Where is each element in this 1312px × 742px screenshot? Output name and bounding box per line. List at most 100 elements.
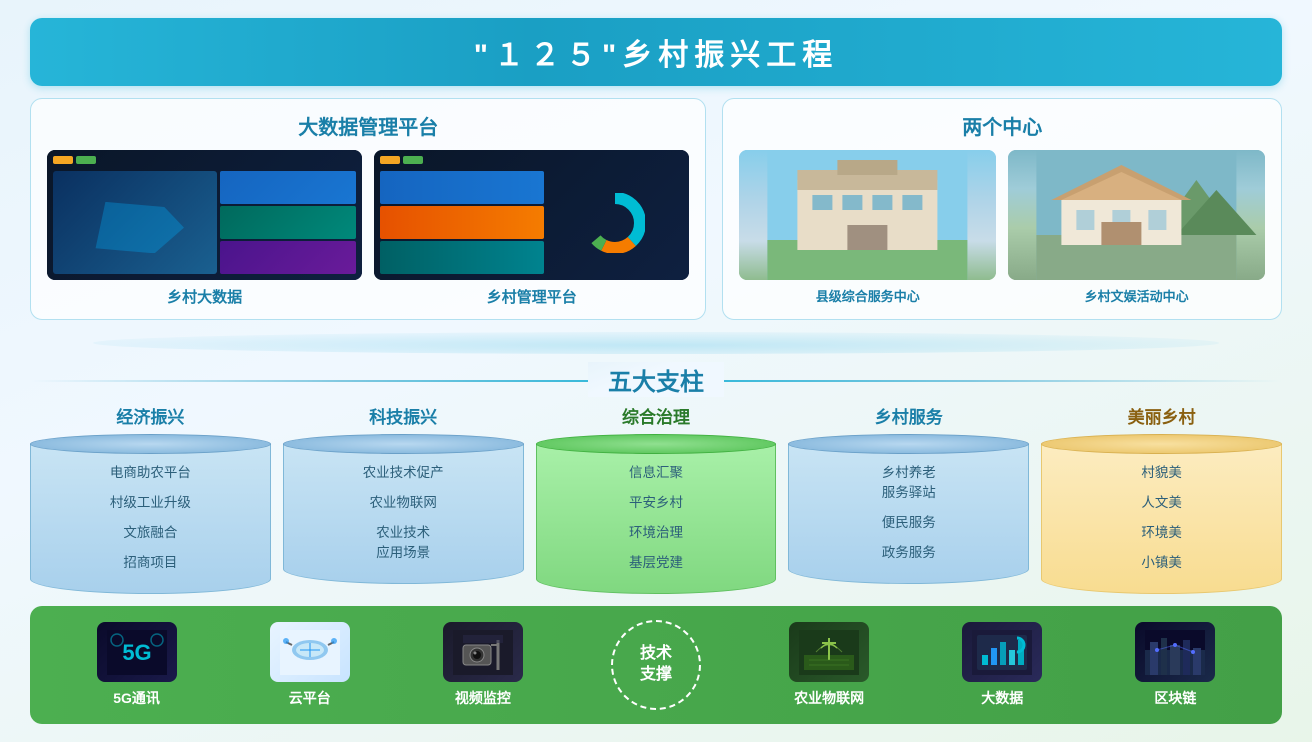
pillar-meili: 美丽乡村 村貌美 人文美 环境美 小镇美 [1041, 403, 1282, 594]
pie-chart [585, 193, 645, 253]
5g-svg: 5G [107, 630, 167, 675]
xiangcun-item-1: 乡村养老服务驿站 [801, 459, 1016, 503]
building-2-svg [1008, 150, 1265, 280]
tech-icon-bigdata [962, 622, 1042, 682]
tech-label-iot: 农业物联网 [794, 688, 864, 708]
cylinder-top-xiangcun [788, 434, 1029, 454]
tech-label-bigdata: 大数据 [981, 688, 1023, 708]
cylinder-body-jingji: 电商助农平台 村级工业升级 文旅融合 招商项目 [30, 444, 271, 594]
pie-chart-area [547, 171, 683, 274]
tech-section: 5G 5G通讯 [30, 606, 1282, 724]
pillar-xiangcun: 乡村服务 乡村养老服务驿站 便民服务 政务服务 [788, 403, 1029, 594]
tech-items: 5G 5G通讯 [50, 620, 1262, 710]
cylinder-body-zonghe: 信息汇聚 平安乡村 环境治理 基层党建 [536, 444, 777, 594]
tech-icon-blockchain [1135, 622, 1215, 682]
bigdata-label: 乡村大数据 [167, 286, 242, 307]
tech-support-center-item: 技术支撑 [569, 620, 742, 710]
tech-item-iot: 农业物联网 [743, 622, 916, 708]
keji-item-1: 农业技术促产 [296, 459, 511, 483]
village-center-image [1008, 150, 1265, 280]
tech-item-blockchain: 区块链 [1089, 622, 1262, 708]
tech-icon-5g: 5G [97, 622, 177, 682]
bigdata-svg [972, 630, 1032, 675]
pillar-meili-header: 美丽乡村 [1128, 403, 1196, 428]
platform-title: 大数据管理平台 [47, 111, 689, 140]
centers-title: 两个中心 [739, 111, 1265, 140]
center-item-village: 乡村文娱活动中心 [1008, 150, 1265, 305]
jingji-item-4: 招商项目 [43, 549, 258, 573]
tech-label-video: 视频监控 [455, 688, 511, 708]
dash-btn-green [76, 156, 96, 164]
iot-svg [799, 630, 859, 675]
video-svg [453, 630, 513, 675]
cylinder-body-meili: 村貌美 人文美 环境美 小镇美 [1041, 444, 1282, 594]
tech-label-blockchain: 区块链 [1154, 688, 1196, 708]
dash-btn-green-2 [403, 156, 423, 164]
county-label: 县级综合服务中心 [816, 286, 920, 305]
tech-label-5g: 5G通讯 [113, 688, 160, 708]
meili-item-1: 村貌美 [1054, 459, 1269, 483]
jingji-item-2: 村级工业升级 [43, 489, 258, 513]
main-container: "１２５"乡村振兴工程 大数据管理平台 [0, 0, 1312, 742]
main-title: "１２５"乡村振兴工程 [30, 18, 1282, 86]
pillars-section: 五大支柱 经济振兴 电商助农平台 村级工业升级 文旅融合 招商项目 科技振 [30, 332, 1282, 594]
pillar-meili-cylinder: 村貌美 人文美 环境美 小镇美 [1041, 434, 1282, 594]
mini-chart-3 [220, 241, 356, 274]
tech-icon-iot [789, 622, 869, 682]
keji-item-2: 农业物联网 [296, 489, 511, 513]
centers-images: 县级综合服务中心 [739, 150, 1265, 305]
tech-item-5g: 5G 5G通讯 [50, 622, 223, 708]
zonghe-item-2: 平安乡村 [549, 489, 764, 513]
mgmt-label: 乡村管理平台 [487, 286, 577, 307]
building-2-img [1008, 150, 1265, 280]
tech-icon-cloud [270, 622, 350, 682]
tech-icon-video [443, 622, 523, 682]
tech-item-video: 视频监控 [396, 622, 569, 708]
pillar-zonghe-header: 综合治理 [622, 403, 690, 428]
platform-images: 乡村大数据 [47, 150, 689, 307]
village-label: 乡村文娱活动中心 [1085, 286, 1189, 305]
bigdata-image [47, 150, 362, 280]
dash-btn-orange [53, 156, 73, 164]
meili-item-4: 小镇美 [1054, 549, 1269, 573]
cylinder-body-keji: 农业技术促产 农业物联网 农业技术应用场景 [283, 444, 524, 584]
blockchain-svg [1145, 630, 1205, 675]
zonghe-item-3: 环境治理 [549, 519, 764, 543]
pillars-title-row: 五大支柱 [30, 362, 1282, 397]
cylinder-body-xiangcun: 乡村养老服务驿站 便民服务 政务服务 [788, 444, 1029, 584]
cloud-svg [280, 630, 340, 675]
tech-support-label: 技术支撑 [640, 644, 672, 686]
dash-map [53, 171, 217, 274]
cloud-decoration [30, 332, 1282, 354]
pillar-jingji-header: 经济振兴 [116, 403, 184, 428]
pillar-keji-header: 科技振兴 [369, 403, 437, 428]
mini-chart-4 [380, 171, 544, 204]
cylinder-top-keji [283, 434, 524, 454]
dashboard-mock-2 [374, 150, 689, 280]
pillar-zonghe: 综合治理 信息汇聚 平安乡村 环境治理 基层党建 [536, 403, 777, 594]
mgmt-image [374, 150, 689, 280]
dash-charts [220, 171, 356, 274]
pillar-jingji: 经济振兴 电商助农平台 村级工业升级 文旅融合 招商项目 [30, 403, 271, 594]
tech-item-bigdata: 大数据 [916, 622, 1089, 708]
zonghe-item-1: 信息汇聚 [549, 459, 764, 483]
xiangcun-item-3: 政务服务 [801, 539, 1016, 563]
pillar-xiangcun-header: 乡村服务 [875, 403, 943, 428]
pillars-title: 五大支柱 [588, 362, 724, 397]
meili-item-2: 人文美 [1054, 489, 1269, 513]
dashboard-mock-1 [47, 150, 362, 280]
platform-item-bigdata: 乡村大数据 [47, 150, 362, 307]
pillar-keji: 科技振兴 农业技术促产 农业物联网 农业技术应用场景 [283, 403, 524, 594]
county-center-image [739, 150, 996, 280]
pillar-keji-cylinder: 农业技术促产 农业物联网 农业技术应用场景 [283, 434, 524, 584]
big-data-platform: 大数据管理平台 [30, 98, 706, 320]
zonghe-item-4: 基层党建 [549, 549, 764, 573]
mini-chart-1 [220, 171, 356, 204]
pillar-jingji-cylinder: 电商助农平台 村级工业升级 文旅融合 招商项目 [30, 434, 271, 594]
meili-item-3: 环境美 [1054, 519, 1269, 543]
xiangcun-item-2: 便民服务 [801, 509, 1016, 533]
tech-item-cloud: 云平台 [223, 622, 396, 708]
center-item-county: 县级综合服务中心 [739, 150, 996, 305]
keji-item-3: 农业技术应用场景 [296, 519, 511, 563]
top-section: 大数据管理平台 [30, 98, 1282, 320]
